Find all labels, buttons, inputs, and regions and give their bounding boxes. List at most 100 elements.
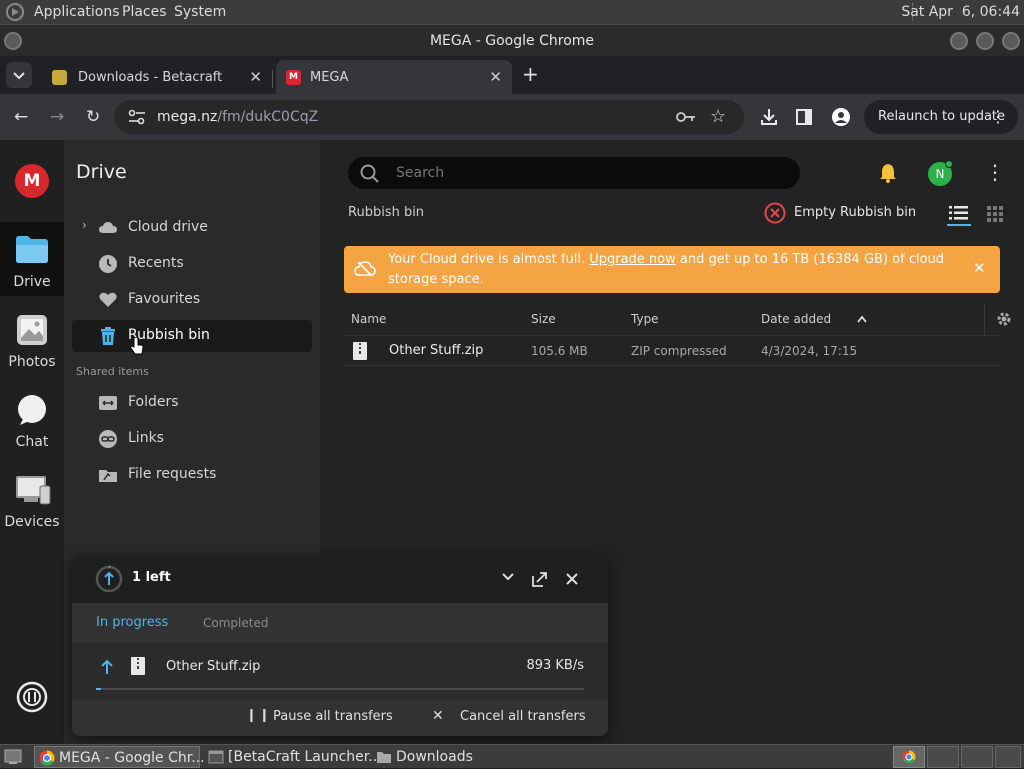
bookmark-star-icon[interactable]: ☆	[710, 106, 726, 127]
storage-warning-banner: Your Cloud drive is almost full. Upgrade…	[344, 246, 1000, 293]
window-app-icon	[208, 750, 224, 764]
column-size[interactable]: Size	[531, 312, 556, 326]
system-menu[interactable]: System	[174, 4, 226, 20]
expand-panel-icon[interactable]	[532, 571, 548, 587]
side-panel-icon[interactable]	[796, 109, 812, 125]
circle-x-icon	[764, 202, 786, 224]
collapse-chevron-icon[interactable]	[501, 572, 515, 582]
profile-avatar-icon[interactable]	[831, 107, 851, 127]
password-key-icon[interactable]	[676, 110, 696, 124]
upgrade-now-link[interactable]: Upgrade now	[589, 252, 676, 267]
column-name[interactable]: Name	[351, 312, 386, 326]
chrome-icon	[902, 750, 916, 764]
chevron-right-icon[interactable]: ›	[82, 218, 87, 232]
url-text[interactable]: mega.nz/fm/dukC0CqZ	[157, 109, 318, 125]
rail-item-drive[interactable]: Drive	[0, 222, 64, 296]
table-row[interactable]: Other Stuff.zip 105.6 MB ZIP compressed …	[344, 336, 1000, 366]
close-tab-icon[interactable]: ✕	[489, 68, 502, 86]
mega-favicon-icon: M	[286, 70, 301, 85]
bell-icon[interactable]	[877, 162, 899, 184]
site-settings-icon[interactable]	[128, 109, 146, 125]
file-name: Other Stuff.zip	[389, 343, 484, 358]
tab-in-progress[interactable]: In progress	[96, 615, 168, 630]
forward-arrow-icon[interactable]: →	[50, 107, 64, 127]
taskbar-item-betacraft[interactable]: [BetaCraft Launcher...	[204, 746, 382, 768]
sidebar-item-folders[interactable]: Folders	[72, 387, 312, 419]
sidebar-item-links[interactable]: Links	[72, 423, 312, 455]
clock[interactable]: Sat Apr 6, 06:44	[901, 4, 1020, 20]
search-icon	[360, 164, 379, 183]
zip-file-icon	[131, 657, 145, 675]
transfer-item[interactable]: Other Stuff.zip 893 KB/s	[72, 643, 608, 697]
minimize-button[interactable]	[950, 32, 968, 50]
relaunch-to-update-button[interactable]: Relaunch to update ⋮	[864, 100, 1018, 134]
sidebar-item-label: File requests	[128, 466, 217, 482]
workspace-3[interactable]	[961, 746, 993, 768]
workspace-2[interactable]	[927, 746, 959, 768]
column-settings-gear-icon[interactable]	[995, 310, 1013, 328]
address-bar[interactable]: mega.nz/fm/dukC0CqZ ☆	[114, 100, 744, 134]
close-banner-icon[interactable]: ✕	[973, 259, 986, 277]
transfer-manager-icon[interactable]	[16, 681, 48, 713]
transfer-panel-header[interactable]: 1 left	[72, 555, 608, 603]
tab-search-button[interactable]	[6, 62, 32, 88]
search-placeholder: Search	[396, 165, 445, 181]
close-tab-icon[interactable]: ✕	[249, 68, 262, 86]
tab-title: Downloads - Betacraft	[78, 70, 223, 85]
tab-mega[interactable]: M MEGA ✕	[276, 60, 512, 94]
sidebar-item-rubbish-bin[interactable]: Rubbish bin	[72, 320, 312, 352]
downloads-icon[interactable]	[760, 108, 778, 126]
os-logo-icon[interactable]	[6, 3, 24, 21]
window-titlebar[interactable]: MEGA - Google Chrome	[0, 24, 1024, 56]
back-arrow-icon[interactable]: ←	[14, 107, 28, 127]
tab-divider	[272, 70, 273, 88]
sidebar-item-label: Links	[128, 430, 164, 446]
rail-item-devices[interactable]: Devices	[0, 462, 64, 536]
cancel-all-label: Cancel all transfers	[460, 709, 586, 724]
transfer-file-name: Other Stuff.zip	[166, 659, 261, 674]
rail-item-photos[interactable]: Photos	[0, 302, 64, 376]
column-date-added[interactable]: Date added	[761, 312, 831, 326]
sidebar-item-favourites[interactable]: Favourites	[72, 284, 312, 316]
taskbar-item-downloads[interactable]: Downloads	[372, 746, 512, 768]
sort-ascending-icon[interactable]	[857, 315, 867, 323]
sidebar-item-label: Favourites	[128, 291, 201, 307]
sidebar-item-label: Folders	[128, 394, 179, 410]
taskbar-item-chrome[interactable]: MEGA - Google Chr...	[34, 746, 205, 768]
column-type[interactable]: Type	[631, 312, 659, 326]
close-panel-icon[interactable]	[565, 572, 579, 586]
sidebar-item-file-requests[interactable]: File requests	[72, 459, 312, 491]
sidebar-item-recents[interactable]: Recents	[72, 248, 312, 280]
applications-menu[interactable]: Applications	[34, 4, 120, 20]
search-input[interactable]: Search	[348, 157, 800, 189]
maximize-button[interactable]	[976, 32, 994, 50]
more-options-icon[interactable]: ⋮	[985, 160, 1005, 184]
reload-icon[interactable]: ↻	[86, 107, 100, 127]
new-tab-button[interactable]: +	[522, 62, 539, 86]
trash-icon	[101, 327, 115, 345]
chat-bubble-icon	[18, 395, 46, 425]
shared-items-heading: Shared items	[76, 365, 149, 378]
mega-logo-icon[interactable]: M	[15, 164, 49, 198]
rail-label: Photos	[8, 354, 56, 370]
tab-title: MEGA	[310, 70, 349, 85]
sidebar-item-cloud-drive[interactable]: › Cloud drive	[72, 212, 312, 244]
rail-item-chat[interactable]: Chat	[0, 382, 64, 456]
show-desktop-icon[interactable]	[4, 749, 22, 765]
banner-message: Your Cloud drive is almost full. Upgrade…	[388, 250, 978, 290]
file-date-added: 4/3/2024, 17:15	[761, 344, 858, 358]
sidebar-title: Drive	[76, 161, 127, 183]
grid-view-icon[interactable]	[987, 206, 1003, 222]
close-window-button[interactable]	[1002, 32, 1020, 50]
rail-label: Devices	[4, 514, 60, 530]
shared-folder-icon	[99, 396, 117, 410]
workspace-4[interactable]	[995, 746, 1021, 768]
tab-downloads-betacraft[interactable]: Downloads - Betacraft ✕	[36, 60, 272, 94]
places-menu[interactable]: Places	[122, 4, 167, 20]
workspace-switcher-active[interactable]	[893, 746, 925, 768]
chevron-down-icon	[13, 72, 25, 80]
list-view-icon[interactable]	[949, 205, 969, 221]
taskbar-item-label: Downloads	[396, 749, 473, 765]
tab-completed[interactable]: Completed	[203, 616, 268, 630]
heart-icon	[99, 292, 117, 307]
